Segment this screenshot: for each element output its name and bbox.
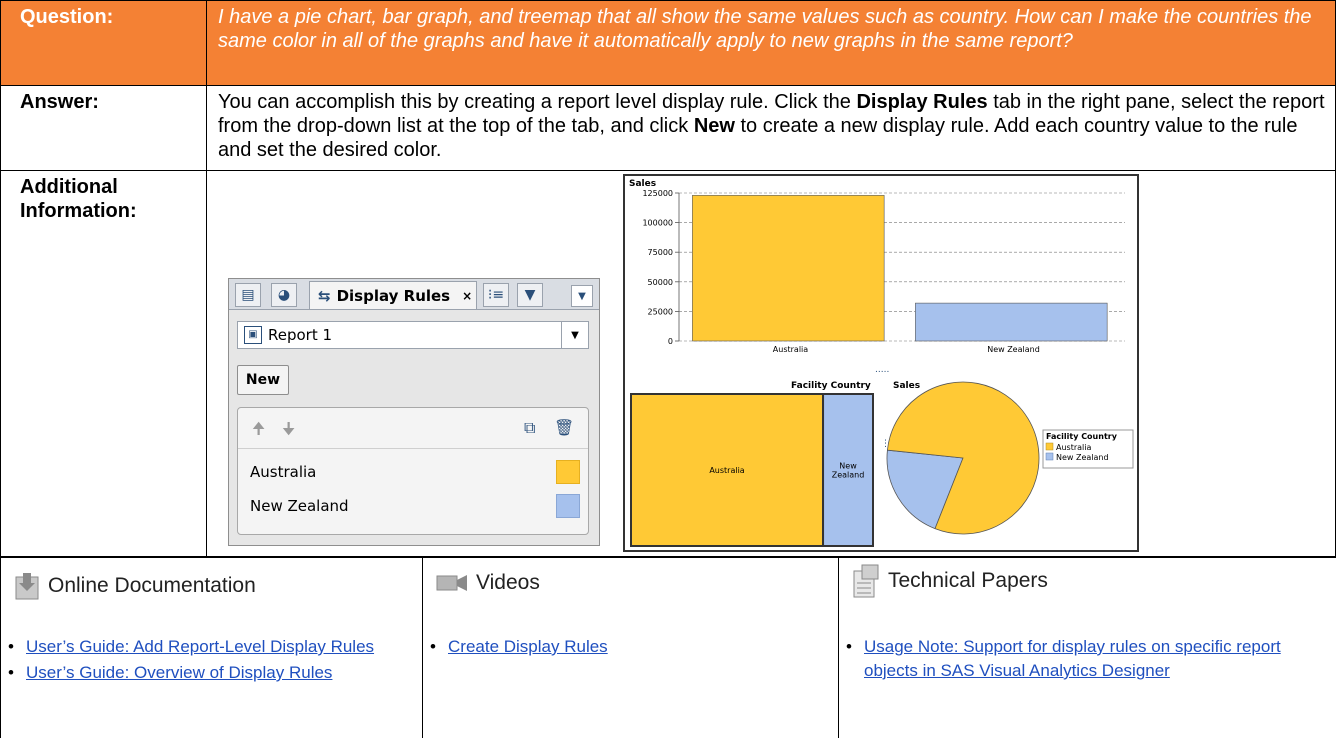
answer-bold-display-rules: Display Rules [856, 91, 988, 113]
properties-tab-icon[interactable]: ▤ [235, 283, 261, 307]
color-swatch[interactable] [556, 460, 580, 484]
rule-item-new-zealand[interactable]: New Zealand [250, 494, 580, 518]
pie-legend: Facility Country Australia New Zealand [1042, 429, 1134, 469]
paper-link-usage-note[interactable]: Usage Note: Support for display rules on… [864, 637, 1281, 680]
pie-chart [886, 381, 1040, 535]
answer-bold-new: New [693, 115, 735, 137]
technical-papers-section: Technical Papers Usage Note: Support for… [838, 557, 1336, 738]
legend-label-australia: Australia [1056, 443, 1091, 452]
bar-chart-title: Sales [629, 179, 656, 189]
list-item: Usage Note: Support for display rules on… [846, 635, 1326, 683]
display-rules-icon: ⇆ [318, 286, 331, 305]
tab-menu-chevron-down-icon[interactable]: ▼ [571, 285, 593, 307]
bar-australia [692, 195, 885, 342]
video-links: Create Display Rules [430, 635, 830, 661]
rule-label: New Zealand [250, 497, 349, 515]
display-rules-panel: ▤ ◕ ⇆ Display Rules × ⁝≡ ▼ ▼ ▣ Report 1 … [228, 278, 600, 546]
question-row: Question: I have a pie chart, bar graph,… [0, 0, 1336, 86]
bar-chart-y-ticks: 0 25000 50000 75000 100000 125000 [642, 189, 679, 346]
list-item: User’s Guide: Add Report-Level Display R… [8, 635, 408, 659]
bar-new-zealand [915, 302, 1108, 342]
y-tick-label: 125000 [642, 189, 673, 198]
y-tick-label: 0 [668, 337, 673, 346]
videos-section: Videos Create Display Rules [422, 557, 838, 738]
treemap-header-label: Facility Country [791, 381, 871, 391]
filter-tab-icon[interactable]: ▼ [517, 283, 543, 307]
charts-svg: Sales 0 25000 50000 75000 100000 125000 Austr… [629, 179, 1134, 547]
answer-text: You can accomplish this by creating a re… [218, 90, 1328, 162]
report-select[interactable]: ▣ Report 1 ▼ [237, 321, 589, 349]
treemap-chart: Australia NewZealand [630, 393, 874, 547]
bar-chart-bars [692, 195, 1108, 342]
doc-link-add-report-level-display-rules[interactable]: User’s Guide: Add Report-Level Display R… [26, 637, 374, 656]
rules-list: 🠉 🠋 ⧉ 🗑 Australia New Zealand [237, 407, 589, 535]
online-documentation-section: Online Documentation User’s Guide: Add R… [0, 557, 422, 738]
y-tick-label: 25000 [648, 307, 673, 316]
question-label: Question: [20, 6, 114, 28]
paper-links: Usage Note: Support for display rules on… [846, 635, 1326, 685]
online-documentation-title: Online Documentation [48, 574, 256, 597]
online-documentation-header: Online Documentation [14, 571, 256, 601]
treemap-label: Zealand [832, 471, 865, 480]
report-select-value: Report 1 [268, 326, 333, 344]
video-link-create-display-rules[interactable]: Create Display Rules [448, 637, 608, 656]
list-item: Create Display Rules [430, 635, 830, 659]
tab-display-rules[interactable]: ⇆ Display Rules × [309, 281, 477, 309]
edit-rule-icon[interactable]: ⧉ [524, 418, 535, 438]
bar-chart-x-labels: Australia New Zealand [773, 345, 1040, 354]
treemap-label: New [839, 462, 857, 471]
legend-swatch-new-zealand [1045, 452, 1054, 461]
legend-swatch-australia [1045, 442, 1054, 451]
delete-trash-icon[interactable]: 🗑 [554, 418, 574, 437]
legend-title: Facility Country [1046, 432, 1118, 441]
technical-paper-icon [853, 564, 879, 598]
pie-header-label: Sales [893, 381, 920, 391]
answer-text-part: You can accomplish this by creating a re… [218, 91, 857, 113]
y-tick-label: 100000 [642, 219, 673, 228]
table-border-left [0, 0, 1, 557]
documentation-links: User’s Guide: Add Report-Level Display R… [8, 635, 408, 687]
move-down-arrow-icon[interactable]: 🠋 [282, 418, 295, 445]
answer-label: Answer: [20, 91, 99, 113]
technical-papers-title: Technical Papers [888, 569, 1048, 592]
splitter-dots: ..... [875, 365, 889, 375]
styles-tab-icon[interactable]: ◕ [271, 283, 297, 307]
download-document-icon [15, 573, 39, 600]
rule-label: Australia [250, 463, 317, 481]
treemap-label: Australia [709, 466, 744, 475]
color-swatch[interactable] [556, 494, 580, 518]
y-tick-label: 75000 [648, 248, 673, 257]
videos-title: Videos [476, 571, 540, 594]
x-tick-label: New Zealand [987, 345, 1040, 354]
legend-label-new-zealand: New Zealand [1056, 453, 1109, 462]
report-icon: ▣ [244, 326, 262, 344]
rules-toolbar: 🠉 🠋 ⧉ 🗑 [238, 408, 588, 449]
doc-link-overview-of-display-rules[interactable]: User’s Guide: Overview of Display Rules [26, 663, 332, 682]
x-tick-label: Australia [773, 345, 808, 354]
rule-item-australia[interactable]: Australia [250, 460, 580, 484]
list-item: User’s Guide: Overview of Display Rules [8, 661, 408, 685]
tab-display-rules-label: Display Rules [336, 286, 451, 305]
additional-info-label: Additional Information: [20, 176, 137, 222]
new-rule-button[interactable]: New [237, 365, 289, 395]
question-text: I have a pie chart, bar graph, and treem… [218, 6, 1312, 52]
move-up-arrow-icon[interactable]: 🠉 [252, 418, 265, 445]
close-tab-icon[interactable]: × [462, 289, 472, 303]
y-tick-label: 50000 [648, 278, 673, 287]
roles-tab-icon[interactable]: ⁝≡ [483, 283, 509, 307]
videos-header: Videos [436, 571, 540, 595]
charts-screenshot: Sales 0 25000 50000 75000 100000 125000 Austr… [623, 174, 1139, 552]
panel-tab-bar: ▤ ◕ ⇆ Display Rules × ⁝≡ ▼ ▼ [229, 279, 599, 310]
answer-row: Answer: You can accomplish this by creat… [0, 85, 1336, 171]
technical-papers-header: Technical Papers [852, 563, 1048, 599]
table-column-divider [206, 0, 207, 557]
video-camera-icon [436, 575, 467, 591]
chevron-down-icon[interactable]: ▼ [561, 322, 588, 348]
